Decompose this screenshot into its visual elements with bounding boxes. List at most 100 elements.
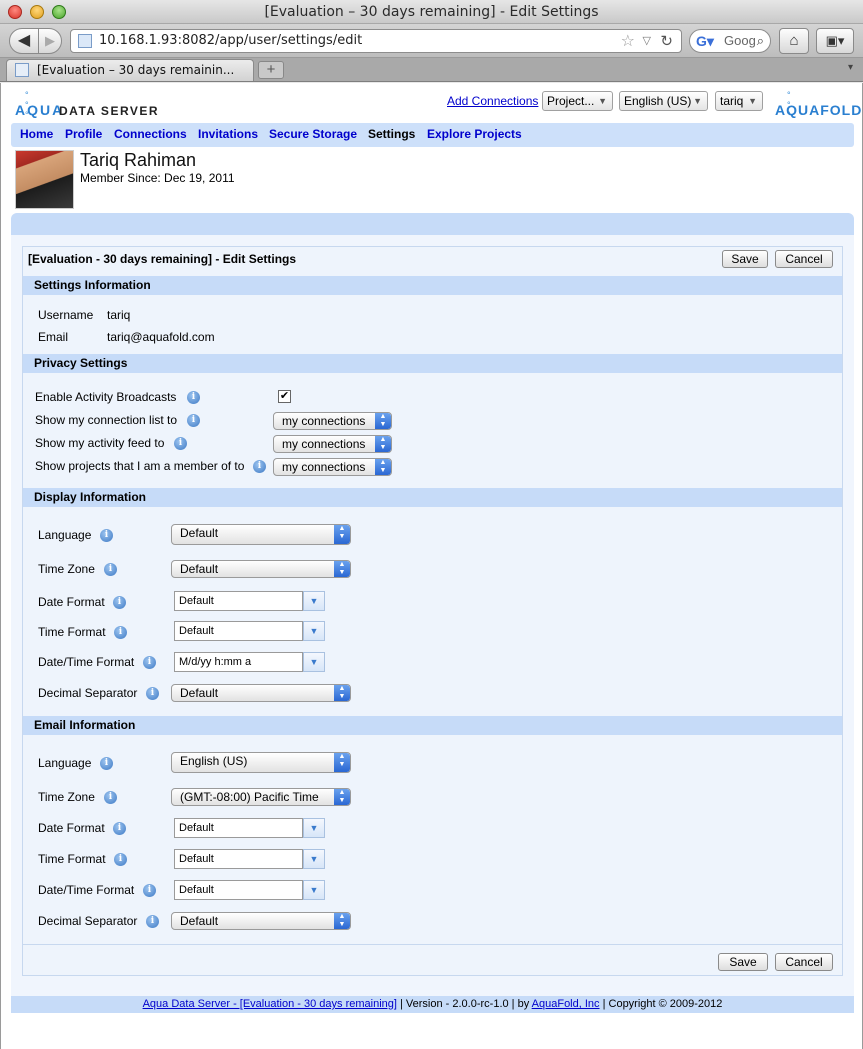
user-menu-select[interactable]: tariq ▼ (715, 91, 763, 111)
logo-subtitle: DATA SERVER (59, 104, 160, 118)
nav-settings[interactable]: Settings (368, 127, 415, 141)
web-page: ° ° ° AQUA DATA SERVER Add Connections P… (0, 83, 863, 1049)
email-time-format-input[interactable]: Default (174, 849, 303, 869)
email-decimal-select[interactable]: Default ▲ ▼ (171, 912, 351, 930)
nav-secure-storage[interactable]: Secure Storage (269, 127, 357, 141)
info-icon[interactable]: i (100, 757, 113, 770)
add-connections-link[interactable]: Add Connections (447, 94, 538, 108)
info-icon[interactable]: i (143, 656, 156, 669)
address-bar[interactable]: 10.168.1.93:8082/app/user/settings/edit … (70, 29, 682, 53)
plus-icon: + (266, 61, 276, 78)
search-bar[interactable]: G▾ Goog ⌕ (689, 29, 771, 53)
new-tab-button[interactable]: + (258, 61, 284, 79)
connection-list-select[interactable]: my connections ▲ ▼ (273, 412, 392, 430)
display-language-select[interactable]: Default ▲ ▼ (171, 524, 351, 545)
info-icon[interactable]: i (104, 791, 117, 804)
product-link[interactable]: Aqua Data Server - [Evaluation - 30 days… (143, 998, 397, 1010)
version-text: | Version - 2.0.0-rc-1.0 | by (396, 998, 532, 1010)
dropdown-arrow-icon[interactable]: ▼ (303, 652, 325, 672)
info-icon[interactable]: i (114, 853, 127, 866)
home-button[interactable]: ⌂ (779, 28, 809, 54)
display-datetime-format-label: Date/Time Format (38, 655, 135, 669)
nav-invitations[interactable]: Invitations (198, 127, 258, 141)
email-datetime-format-input[interactable]: Default (174, 880, 303, 900)
bookmark-star-icon[interactable]: ☆ (621, 30, 635, 52)
info-icon[interactable]: i (253, 460, 266, 473)
info-icon[interactable]: i (113, 596, 126, 609)
dropdown-arrow-icon[interactable]: ▼ (303, 621, 325, 641)
url-history-dropdown-icon[interactable]: ▽ (643, 30, 651, 52)
dropdown-arrow-icon[interactable]: ▼ (303, 880, 325, 900)
settings-panel: [Evaluation - 30 days remaining] - Edit … (11, 213, 854, 996)
info-icon[interactable]: i (100, 529, 113, 542)
dropdown-arrow-icon[interactable]: ▼ (303, 818, 325, 838)
display-date-format-label: Date Format (38, 595, 105, 609)
info-icon[interactable]: i (104, 563, 117, 576)
info-icon[interactable]: i (187, 414, 200, 427)
reload-icon[interactable]: ↻ (660, 30, 673, 52)
cancel-button[interactable]: Cancel (775, 250, 833, 268)
dropdown-arrow-icon[interactable]: ▼ (303, 591, 325, 611)
minimize-window-icon[interactable] (30, 5, 44, 19)
email-time-format-label: Time Format (38, 852, 106, 866)
tab-overflow-icon[interactable]: ▾ (848, 62, 853, 73)
avatar[interactable] (15, 150, 74, 209)
bookmarks-icon: ▣▾ (825, 33, 845, 48)
email-language-select[interactable]: English (US) ▲ ▼ (171, 752, 351, 773)
broadcasts-label: Enable Activity Broadcasts (35, 390, 177, 404)
email-timezone-select[interactable]: (GMT:-08:00) Pacific Time ▲ ▼ (171, 788, 351, 806)
magnifier-icon[interactable]: ⌕ (757, 30, 764, 52)
chevron-down-icon: ▼ (598, 96, 607, 106)
display-decimal-label: Decimal Separator (38, 686, 138, 700)
tab-title: [Evaluation – 30 days remainin... (37, 63, 235, 77)
language-select[interactable]: English (US) ▼ (619, 91, 708, 111)
google-search-engine-icon[interactable]: G▾ (696, 33, 714, 49)
display-datetime-format-input[interactable]: M/d/yy h:mm a (174, 652, 303, 672)
nav-profile[interactable]: Profile (65, 127, 102, 141)
broadcasts-checkbox[interactable]: ✔ (278, 390, 291, 403)
nav-connections[interactable]: Connections (114, 127, 187, 141)
display-language-value: Default (180, 526, 219, 540)
display-time-format-label: Time Format (38, 625, 106, 639)
nav-explore-projects[interactable]: Explore Projects (427, 127, 522, 141)
info-icon[interactable]: i (143, 884, 156, 897)
display-decimal-select[interactable]: Default ▲ ▼ (171, 684, 351, 702)
display-time-format-input[interactable]: Default (174, 621, 303, 641)
bookmarks-menu-button[interactable]: ▣▾ (816, 28, 854, 54)
nav-home[interactable]: Home (20, 127, 53, 141)
display-date-format-input[interactable]: Default (174, 591, 303, 611)
member-since: Member Since: Dec 19, 2011 (80, 171, 235, 185)
back-arrow-icon: ◀ (17, 32, 31, 49)
projects-visibility-select[interactable]: my connections ▲ ▼ (273, 458, 392, 476)
close-window-icon[interactable] (8, 5, 22, 19)
cancel-button[interactable]: Cancel (775, 953, 833, 971)
browser-tab[interactable]: [Evaluation – 30 days remainin... (6, 59, 254, 81)
zoom-window-icon[interactable] (52, 5, 66, 19)
display-language-label: Language (38, 528, 92, 542)
project-select[interactable]: Project... ▼ (542, 91, 613, 111)
dropdown-arrow-icon: ▲ ▼ (334, 561, 350, 577)
dropdown-arrow-icon[interactable]: ▼ (303, 849, 325, 869)
forward-button[interactable]: ▶ (38, 28, 62, 54)
email-date-format-input[interactable]: Default (174, 818, 303, 838)
save-button[interactable]: Save (718, 953, 768, 971)
info-icon[interactable]: i (113, 822, 126, 835)
save-button[interactable]: Save (722, 250, 768, 268)
dropdown-arrow-icon: ▲ ▼ (334, 685, 350, 701)
info-icon[interactable]: i (146, 687, 159, 700)
dropdown-arrow-icon: ▲ ▼ (334, 789, 350, 805)
info-icon[interactable]: i (146, 915, 159, 928)
info-icon[interactable]: i (187, 391, 200, 404)
page-footer: Aqua Data Server - [Evaluation - 30 days… (11, 996, 854, 1013)
email-language-label: Language (38, 756, 92, 770)
project-select-value: Project... (547, 94, 595, 108)
info-icon[interactable]: i (114, 626, 127, 639)
company-link[interactable]: AquaFold, Inc (532, 998, 600, 1010)
display-timezone-select[interactable]: Default ▲ ▼ (171, 560, 351, 578)
logo-word: AQUA (15, 102, 65, 118)
language-select-value: English (US) (624, 94, 692, 108)
email-value: tariq@aquafold.com (107, 330, 215, 344)
info-icon[interactable]: i (174, 437, 187, 450)
activity-feed-select[interactable]: my connections ▲ ▼ (273, 435, 392, 453)
back-button[interactable]: ◀ (9, 28, 39, 54)
